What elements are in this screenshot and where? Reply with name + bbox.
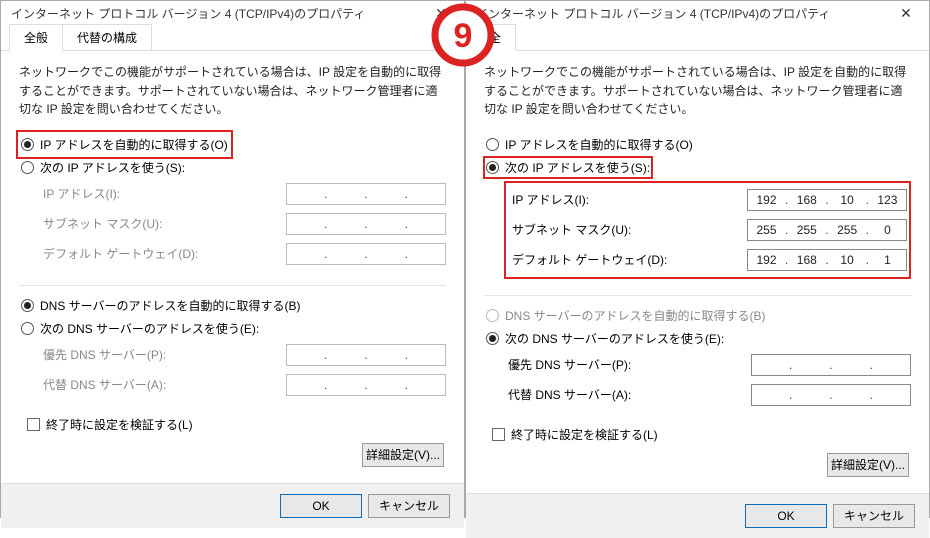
- ok-button[interactable]: OK: [280, 494, 362, 518]
- validate-row[interactable]: 終了時に設定を検証する(L): [484, 420, 911, 449]
- radio-dns-manual[interactable]: 次の DNS サーバーのアドレスを使う(E):: [484, 327, 911, 350]
- advanced-button[interactable]: 詳細設定(V)...: [827, 453, 909, 477]
- validate-row[interactable]: 終了時に設定を検証する(L): [19, 410, 446, 439]
- field-dns-alt: 代替 DNS サーバー(A): ...: [19, 370, 446, 400]
- validate-checkbox[interactable]: [27, 418, 40, 431]
- ok-button[interactable]: OK: [745, 504, 827, 528]
- footer: OK キャンセル: [1, 483, 464, 528]
- content: ネットワークでこの機能がサポートされている場合は、IP 設定を自動的に取得するこ…: [1, 51, 464, 483]
- subnet-input[interactable]: 255. 255. 255. 0: [747, 219, 907, 241]
- dns-alt-input[interactable]: ...: [751, 384, 911, 406]
- radio-ip-auto-label: IP アドレスを自動的に取得する(O): [505, 136, 693, 153]
- description: ネットワークでこの機能がサポートされている場合は、IP 設定を自動的に取得するこ…: [484, 63, 911, 119]
- cancel-button[interactable]: キャンセル: [833, 504, 915, 528]
- footer: OK キャンセル: [466, 493, 929, 538]
- field-gateway: デフォルト ゲートウェイ(D): ...: [19, 239, 446, 269]
- ipv4-dialog-left: インターネット プロトコル バージョン 4 (TCP/IPv4)のプロパティ ✕…: [0, 0, 465, 518]
- tab-alternate[interactable]: 代替の構成: [62, 24, 152, 50]
- radio-dns-manual[interactable]: 次の DNS サーバーのアドレスを使う(E):: [19, 317, 446, 340]
- radio-dns-manual-label: 次の DNS サーバーのアドレスを使う(E):: [40, 320, 259, 337]
- window-title: インターネット プロトコル バージョン 4 (TCP/IPv4)のプロパティ: [476, 5, 891, 22]
- field-dns-alt: 代替 DNS サーバー(A): ...: [484, 380, 911, 410]
- advanced-button[interactable]: 詳細設定(V)...: [362, 443, 444, 467]
- radio-dns-auto[interactable]: DNS サーバーのアドレスを自動的に取得する(B): [19, 294, 446, 317]
- ipv4-dialog-right: インターネット プロトコル バージョン 4 (TCP/IPv4)のプロパティ ✕…: [465, 0, 930, 518]
- radio-dns-auto: DNS サーバーのアドレスを自動的に取得する(B): [484, 304, 911, 327]
- description: ネットワークでこの機能がサポートされている場合は、IP 設定を自動的に取得するこ…: [19, 63, 446, 119]
- radio-dns-auto-label: DNS サーバーのアドレスを自動的に取得する(B): [40, 297, 301, 314]
- radio-dns-manual-label: 次の DNS サーバーのアドレスを使う(E):: [505, 330, 724, 347]
- field-dns-pref: 優先 DNS サーバー(P): ...: [484, 350, 911, 380]
- ip-group: IP アドレスを自動的に取得する(O) 次の IP アドレスを使う(S): IP…: [19, 131, 446, 271]
- dns-pref-input[interactable]: ...: [751, 354, 911, 376]
- dns-pref-input: ...: [286, 344, 446, 366]
- radio-ip-auto[interactable]: IP アドレスを自動的に取得する(O): [19, 133, 230, 156]
- validate-checkbox[interactable]: [492, 428, 505, 441]
- subnet-input: ...: [286, 213, 446, 235]
- dns-group: DNS サーバーのアドレスを自動的に取得する(B) 次の DNS サーバーのアド…: [19, 292, 446, 402]
- gateway-input[interactable]: 192. 168. 10. 1: [747, 249, 907, 271]
- validate-label: 終了時に設定を検証する(L): [511, 426, 658, 443]
- cancel-button[interactable]: キャンセル: [368, 494, 450, 518]
- field-gateway: デフォルト ゲートウェイ(D): 192. 168. 10. 1: [508, 245, 907, 275]
- field-ip-address: IP アドレス(I): 192. 168. 10. 123: [508, 185, 907, 215]
- step-marker-icon: 9: [430, 2, 496, 68]
- dns-group: DNS サーバーのアドレスを自動的に取得する(B) 次の DNS サーバーのアド…: [484, 302, 911, 412]
- radio-ip-auto[interactable]: IP アドレスを自動的に取得する(O): [484, 133, 911, 156]
- radio-ip-manual-label: 次の IP アドレスを使う(S):: [505, 159, 650, 176]
- tabs: 全般 代替の構成: [1, 25, 464, 51]
- tabs: 全: [466, 25, 929, 51]
- dns-alt-input: ...: [286, 374, 446, 396]
- close-icon[interactable]: ✕: [891, 1, 921, 25]
- svg-text:9: 9: [454, 17, 473, 55]
- radio-ip-manual-label: 次の IP アドレスを使う(S):: [40, 159, 185, 176]
- content: ネットワークでこの機能がサポートされている場合は、IP 設定を自動的に取得するこ…: [466, 51, 929, 493]
- validate-label: 終了時に設定を検証する(L): [46, 416, 193, 433]
- field-subnet: サブネット マスク(U): ...: [19, 209, 446, 239]
- radio-ip-manual[interactable]: 次の IP アドレスを使う(S):: [19, 156, 446, 179]
- field-ip-address: IP アドレス(I): ...: [19, 179, 446, 209]
- gateway-input: ...: [286, 243, 446, 265]
- window-title: インターネット プロトコル バージョン 4 (TCP/IPv4)のプロパティ: [11, 5, 426, 22]
- ip-group: IP アドレスを自動的に取得する(O) 次の IP アドレスを使う(S): IP…: [484, 131, 911, 281]
- radio-ip-auto-label: IP アドレスを自動的に取得する(O): [40, 136, 228, 153]
- tab-general[interactable]: 全般: [9, 24, 63, 51]
- radio-ip-manual[interactable]: 次の IP アドレスを使う(S):: [484, 156, 911, 179]
- field-subnet: サブネット マスク(U): 255. 255. 255. 0: [508, 215, 907, 245]
- titlebar: インターネット プロトコル バージョン 4 (TCP/IPv4)のプロパティ ✕: [1, 1, 464, 25]
- titlebar: インターネット プロトコル バージョン 4 (TCP/IPv4)のプロパティ ✕: [466, 1, 929, 25]
- ip-address-input: ...: [286, 183, 446, 205]
- field-dns-pref: 優先 DNS サーバー(P): ...: [19, 340, 446, 370]
- ip-address-input[interactable]: 192. 168. 10. 123: [747, 189, 907, 211]
- radio-dns-auto-label: DNS サーバーのアドレスを自動的に取得する(B): [505, 307, 766, 324]
